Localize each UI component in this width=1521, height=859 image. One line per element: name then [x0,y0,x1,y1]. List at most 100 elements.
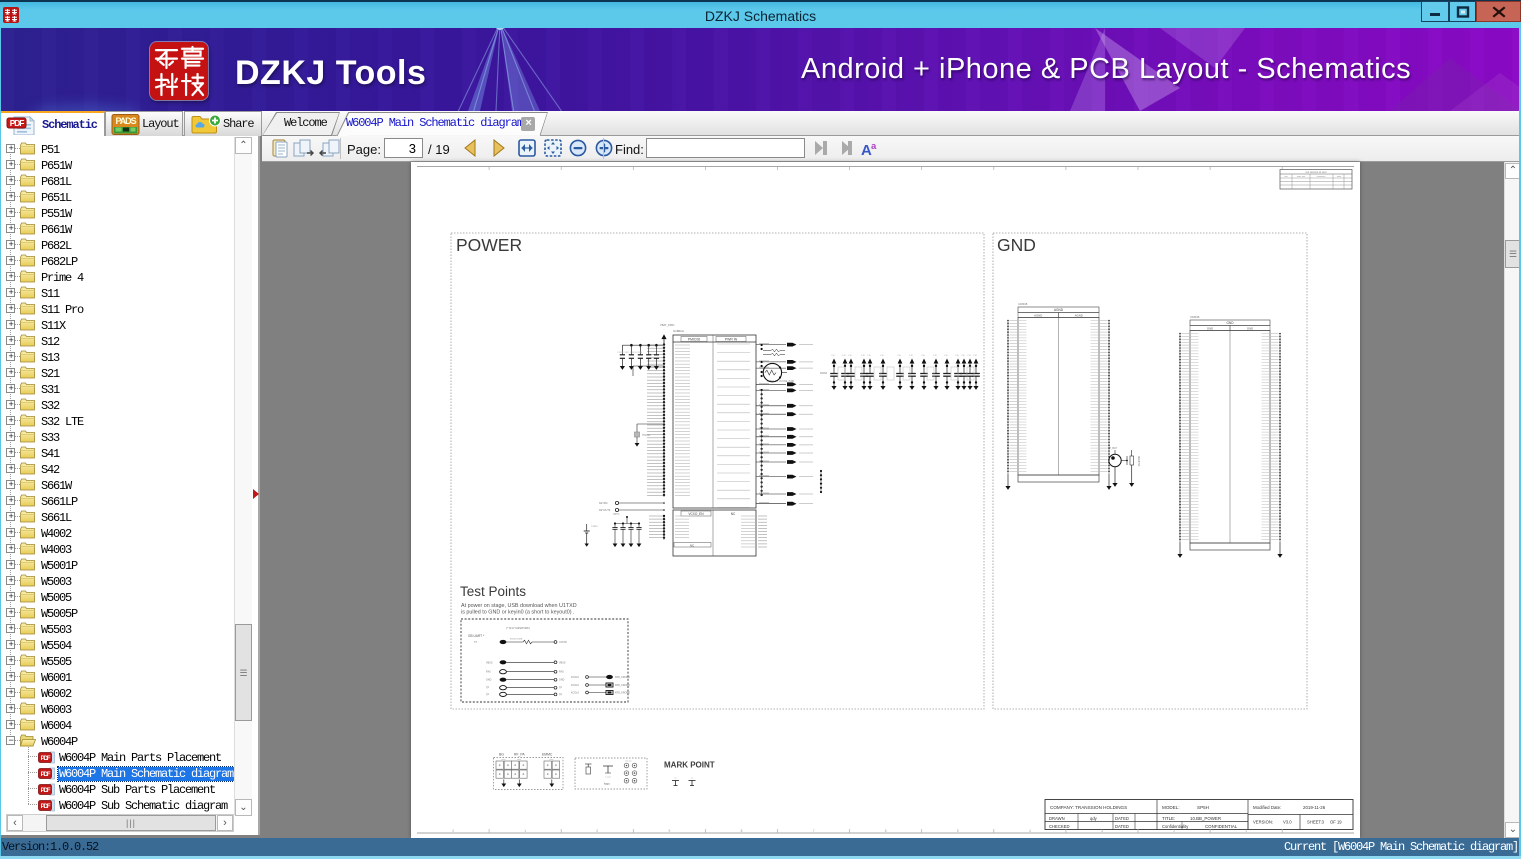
svg-text:C18: C18 [955,355,960,357]
svg-text:xxxx xxx: xxxx xxx [1297,176,1306,178]
svg-text:8: 8 [741,829,743,833]
svg-text:1: 1 [1245,829,1247,833]
svg-text:NC: NC [690,543,695,547]
svg-text:PDF: PDF [41,771,51,778]
svg-text:xxx xxxxxxx xx xxxx: xxx xxxxxxx xx xxxx [1305,171,1327,174]
svg-text:C18: C18 [861,355,866,357]
svg-text:MARK POINT: MARK POINT [664,761,715,770]
svg-text:x xxxx: x xxxx [605,777,611,779]
svg-text:C18: C18 [944,355,949,357]
svg-text:U1801B: U1801B [1018,302,1028,306]
svg-text:2: 2 [1173,829,1175,833]
svg-text:xx: xx [691,778,693,780]
svg-text:GND: GND [1207,327,1213,331]
svg-text:NC: NC [731,512,736,516]
svg-text:V3.0: V3.0 [1283,820,1292,825]
svg-text:GND: GND [486,679,492,682]
svg-text:Confidentiality: Confidentiality [1162,824,1189,829]
svg-text:RX0: RX0 [559,671,564,674]
svg-text:KCOL0: KCOL0 [571,684,580,687]
svg-text:PDF: PDF [41,803,51,810]
svg-text:C1811 C1812 C1813 C1814: C1811 C1812 C1813 C1814 [617,352,643,354]
svg-text:logo: logo [604,782,610,786]
svg-text:CONFIDENTIAL: CONFIDENTIAL [1205,824,1238,829]
svg-text:VBUS: VBUS [486,661,493,664]
svg-text:Test Points: Test Points [460,584,526,599]
svg-text:PMIC06: PMIC06 [688,338,700,342]
svg-text:PDF: PDF [41,787,51,794]
svg-text:9: 9 [669,829,671,833]
svg-text:C18: C18 [842,355,847,357]
svg-text:KPD_KROW0: KPD_KROW0 [615,684,631,687]
svg-text:PWR IN: PWR IN [725,338,738,342]
svg-text:TP_BAT: TP_BAT [1108,447,1117,450]
svg-text:KCOL0: KCOL0 [571,676,580,679]
svg-text:EMMC: EMMC [542,753,553,757]
svg-text:TP: TP [559,687,562,690]
svg-text:7: 7 [813,829,815,833]
svg-text:VBAT_PMIC: VBAT_PMIC [660,323,675,327]
svg-text:TP: TP [486,687,489,690]
svg-text:C1820: C1820 [591,526,598,528]
svg-text:U1TXD: U1TXD [559,641,567,644]
svg-text:TITLE:: TITLE: [1162,816,1175,821]
svg-text:GND: GND [1247,327,1253,331]
svg-text:(* R17 REWORK): (* R17 REWORK) [506,626,530,630]
svg-text:AGND: AGND [1054,308,1064,312]
svg-text:U1801A: U1801A [673,329,684,333]
svg-text:VERSION:: VERSION: [1253,820,1273,825]
svg-text:C18: C18 [961,355,966,357]
svg-text:C18: C18 [880,355,885,357]
svg-text:TX: TX [474,641,477,644]
svg-text:SP5H: SP5H [1197,805,1209,810]
svg-text:KCOL0: KCOL0 [571,692,580,695]
svg-text:CHECKED: CHECKED [1049,824,1069,829]
svg-text:GB UART *: GB UART * [468,634,485,638]
svg-text:C18: C18 [973,355,978,357]
svg-text:is pulled to GND or keyin0 (a: is pulled to GND or keyin0 (a short to k… [461,610,575,616]
svg-text:R1700 100R: R1700 100R [510,639,523,641]
svg-text:C18: C18 [848,355,853,357]
svg-text:GND: GND [559,679,565,682]
svg-text:PDF: PDF [10,118,24,128]
svg-text:RX0: RX0 [486,671,491,674]
svg-text:At power on stage, USB downloa: At power on stage, USB download when U1T… [461,603,577,609]
svg-text:C18: C18 [921,355,926,357]
svg-text:10.BB_POWER: 10.BB_POWER [1190,816,1221,821]
svg-text:BG: BG [499,753,504,757]
svg-text:COMPANY: TRANSSION HOLDINGS: COMPANY: TRANSSION HOLDINGS [1050,805,1127,810]
svg-text:2: 2 [452,829,454,833]
svg-text:PDF: PDF [41,755,51,762]
svg-text:DRAWN: DRAWN [1049,816,1065,821]
svg-text:POWER: POWER [456,235,522,255]
svg-text:PADS: PADS [116,116,137,126]
svg-text:xxx xxx: xxx xxx [625,761,632,763]
svg-text:5: 5 [957,829,959,833]
svg-text:MiniB 5P: MiniB 5P [1137,456,1141,467]
svg-text:VRTC: VRTC [613,513,620,516]
svg-text:x: x [503,782,504,784]
svg-text:C18: C18 [967,355,972,357]
svg-text:6: 6 [885,829,887,833]
svg-text:0: 0 [596,829,598,833]
svg-text:3: 3 [1101,829,1103,833]
svg-text:a: a [871,141,877,152]
svg-text:xxxxxxxx: xxxxxxxx [1317,176,1327,178]
svg-text:GND: GND [1226,321,1234,325]
svg-text:OF 19: OF 19 [1330,820,1342,825]
svg-text:MODEL:: MODEL: [1162,805,1180,810]
svg-text:VBUS: VBUS [559,661,566,664]
svg-text:TP: TP [486,693,489,696]
svg-text:KPD_KROW0: KPD_KROW0 [615,676,631,679]
svg-text:RF_PA: RF_PA [514,753,525,757]
svg-text:AGND: AGND [1075,314,1083,318]
svg-text:TP1801: TP1801 [642,434,651,437]
svg-text:C18: C18 [933,355,938,357]
svg-text:C18: C18 [909,355,914,357]
svg-text:C18: C18 [831,355,836,357]
svg-text:KEYOUT0: KEYOUT0 [599,509,611,512]
svg-text:qdy: qdy [1090,816,1098,821]
svg-text:KPD_KROW0: KPD_KROW0 [615,692,631,695]
svg-text:DATED: DATED [1115,824,1129,829]
svg-text:2019-11-26: 2019-11-26 [1303,805,1326,810]
